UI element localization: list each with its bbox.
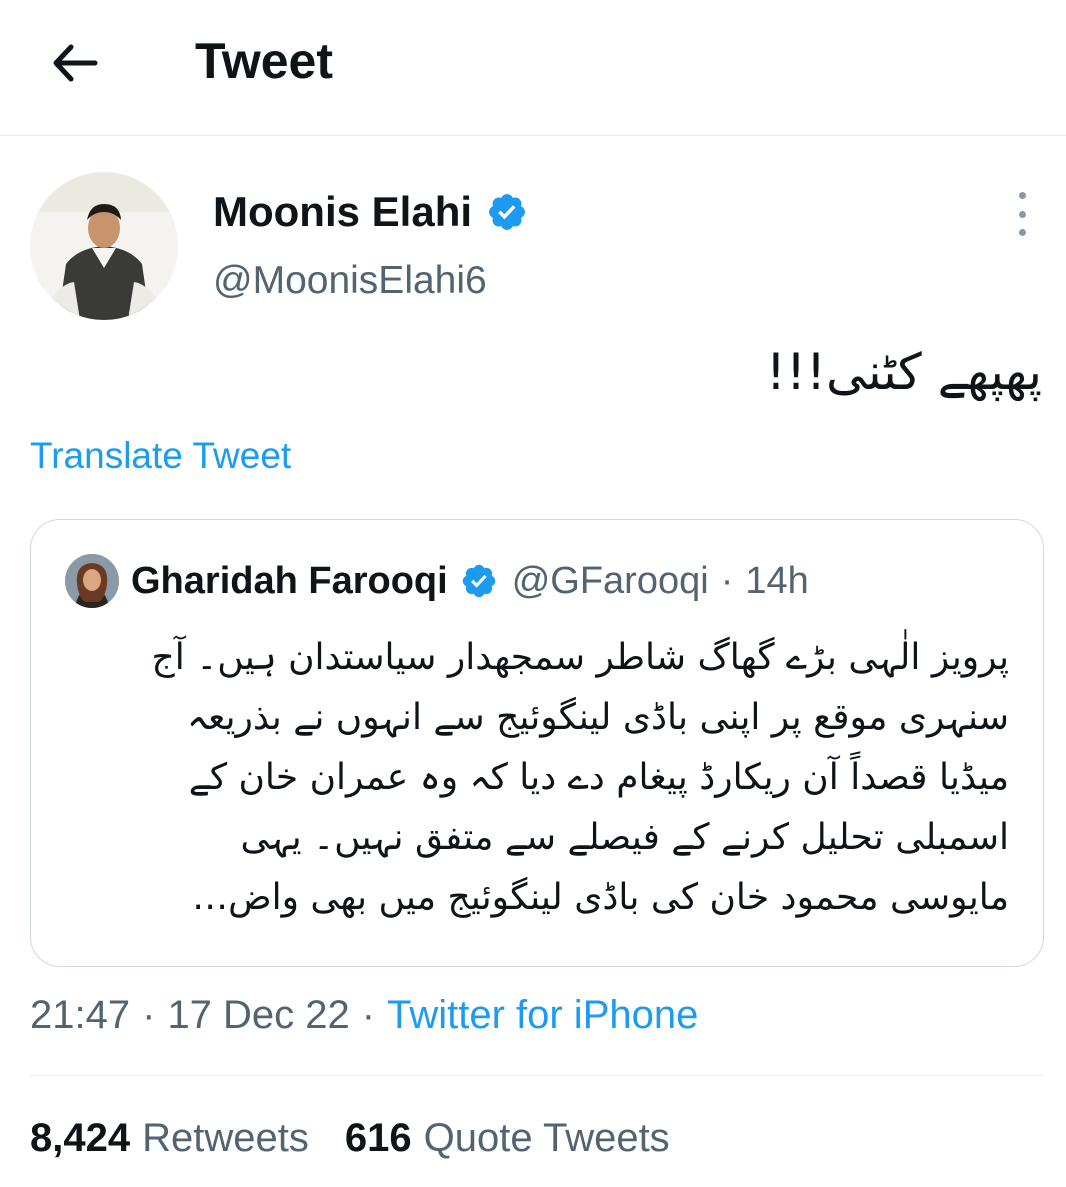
tweet-meta: 21:47 · 17 Dec 22 · Twitter for iPhone: [30, 990, 698, 1040]
verified-badge-icon: [462, 564, 495, 598]
quoted-author-name: Gharidah Farooqi: [131, 559, 448, 602]
page-title: Tweet: [195, 33, 333, 89]
quoted-text-line: اسمبلی تحلیل کرنے کے فیصلے سے متفق نہیں۔…: [240, 817, 1010, 858]
translate-tweet-link[interactable]: Translate Tweet: [30, 432, 291, 480]
quote-tweets-count: 616: [344, 1116, 412, 1160]
meta-separator: ·: [142, 993, 156, 1037]
retweets-count: 8,424: [30, 1116, 131, 1160]
tweet-date: 17 Dec 22: [167, 993, 350, 1037]
quoted-author-handle: @GFarooqi: [511, 559, 709, 602]
quoted-text-line: پرویز الٰہی بڑے گھاگ شاطر سمجھدار سیاستد…: [151, 637, 1009, 678]
author-name[interactable]: Moonis Elahi: [213, 186, 528, 238]
avatar-image: [30, 172, 178, 320]
more-options-button[interactable]: [1004, 192, 1040, 236]
verified-badge-icon: [489, 194, 525, 230]
back-button[interactable]: [44, 32, 106, 94]
quote-tweets-label: Quote Tweets: [423, 1116, 670, 1160]
meta-separator: ·: [361, 993, 376, 1037]
quoted-text-line: میڈیا قصداً آن ریکارڈ پیغام دے دیا کہ وہ…: [188, 757, 1009, 798]
tweet-time: 21:47: [30, 993, 131, 1037]
author-handle[interactable]: @MoonisElahi6: [213, 256, 487, 306]
quoted-author-avatar: [65, 554, 119, 608]
tweet-source-link[interactable]: Twitter for iPhone: [387, 993, 698, 1037]
author-avatar[interactable]: [30, 172, 178, 320]
quoted-timestamp: 14h: [745, 559, 809, 602]
quoted-text-line: سنہری موقع پر اپنی باڈی لینگوئیج سے انہو…: [187, 697, 1009, 738]
tweet-stats: 8,424 Retweets 616 Quote Tweets: [30, 1112, 706, 1164]
retweets-label: Retweets: [142, 1116, 309, 1160]
more-dot-icon: [1018, 210, 1026, 218]
tweet-text: پھپھے کٹنی!!!: [765, 343, 1042, 401]
top-bar: Tweet: [0, 0, 1066, 136]
quote-tweets-stat[interactable]: 616 Quote Tweets: [345, 1112, 670, 1164]
more-dot-icon: [1018, 192, 1026, 199]
retweets-stat[interactable]: 8,424 Retweets: [30, 1112, 309, 1164]
divider: [30, 1075, 1044, 1076]
quoted-tweet-card[interactable]: Gharidah Farooqi @GFarooqi · 14h پرویز ا…: [30, 519, 1044, 967]
quoted-separator: ·: [720, 559, 734, 602]
author-name-text: Moonis Elahi: [213, 188, 473, 235]
quoted-tweet-text: پرویز الٰہی بڑے گھاگ شاطر سمجھدار سیاستد…: [59, 628, 1009, 928]
quoted-avatar-image: [65, 554, 119, 608]
more-dot-icon: [1018, 229, 1026, 236]
quoted-tweet-header: Gharidah Farooqi @GFarooqi · 14h: [131, 555, 809, 607]
arrow-left-icon: [53, 44, 98, 82]
quoted-text-line: مایوسی محمود خان کی باڈی لینگوئیج میں بھ…: [192, 877, 1009, 918]
